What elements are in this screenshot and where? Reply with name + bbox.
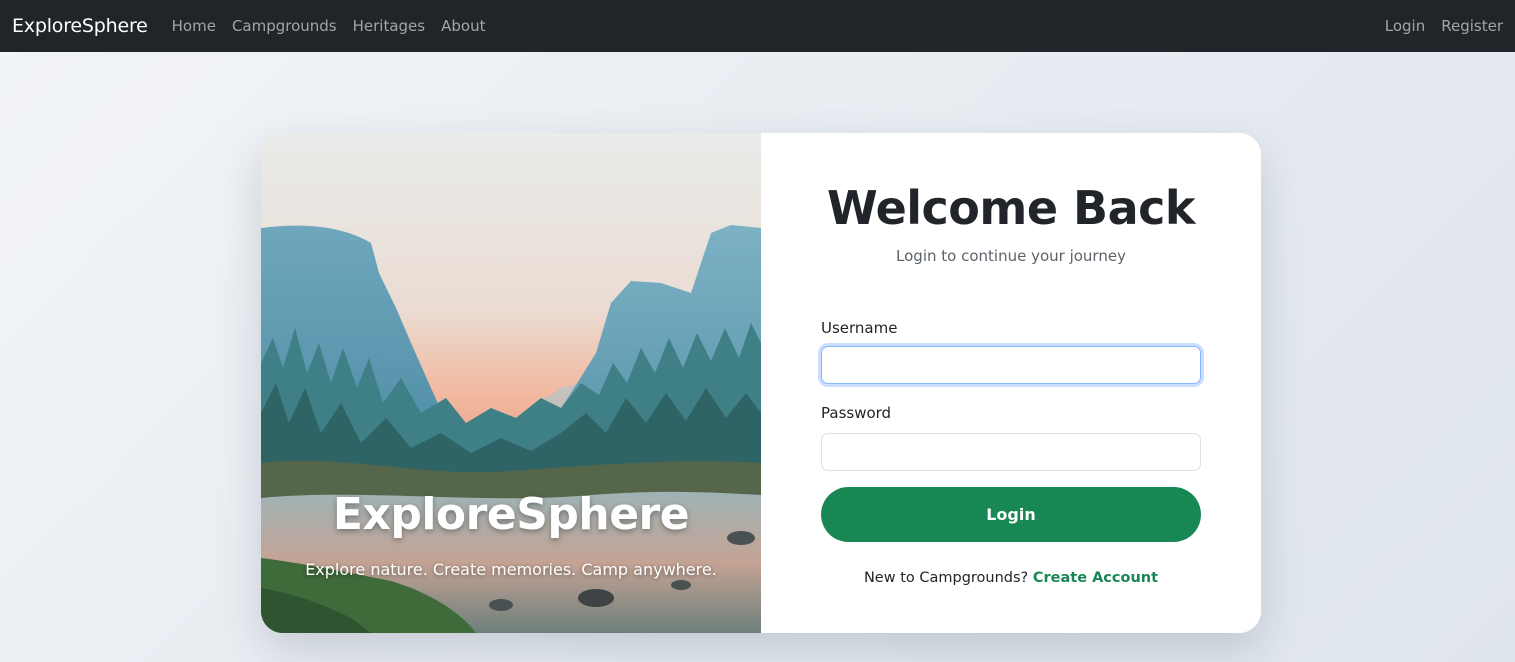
nav-link-campgrounds[interactable]: Campgrounds	[224, 17, 345, 35]
form-subtitle: Login to continue your journey	[896, 247, 1126, 265]
password-input[interactable]	[821, 433, 1201, 471]
signup-prompt-text: New to Campgrounds?	[863, 570, 1029, 586]
nav-link-about[interactable]: About	[433, 17, 493, 35]
hero-landscape-image	[261, 133, 761, 633]
nav-link-login[interactable]: Login	[1369, 17, 1425, 35]
nav-link-home[interactable]: Home	[164, 17, 224, 35]
top-navbar: ExploreSphere Home Campgrounds Heritages…	[0, 0, 1515, 52]
login-submit-button[interactable]: Login	[821, 487, 1201, 542]
nav-auth-links: Login Register	[1369, 17, 1503, 35]
hero-panel: ExploreSphere Explore nature. Create mem…	[261, 133, 761, 633]
username-label: Username	[821, 319, 898, 337]
login-form: Welcome Back Login to continue your jour…	[761, 133, 1261, 633]
hero-tagline: Explore nature. Create memories. Camp an…	[305, 560, 717, 579]
password-label: Password	[821, 404, 892, 422]
login-card: ExploreSphere Explore nature. Create mem…	[261, 133, 1261, 633]
nav-link-register[interactable]: Register	[1425, 17, 1503, 35]
signup-prompt: New to Campgrounds? Create Account	[761, 570, 1261, 586]
nav-links: Home Campgrounds Heritages About	[164, 17, 494, 35]
username-input[interactable]	[821, 346, 1201, 384]
nav-link-heritages[interactable]: Heritages	[345, 17, 433, 35]
brand-logo[interactable]: ExploreSphere	[12, 15, 148, 37]
form-title: Welcome Back	[826, 181, 1196, 235]
hero-title: ExploreSphere	[332, 489, 690, 540]
create-account-link[interactable]: Create Account	[1033, 570, 1158, 586]
